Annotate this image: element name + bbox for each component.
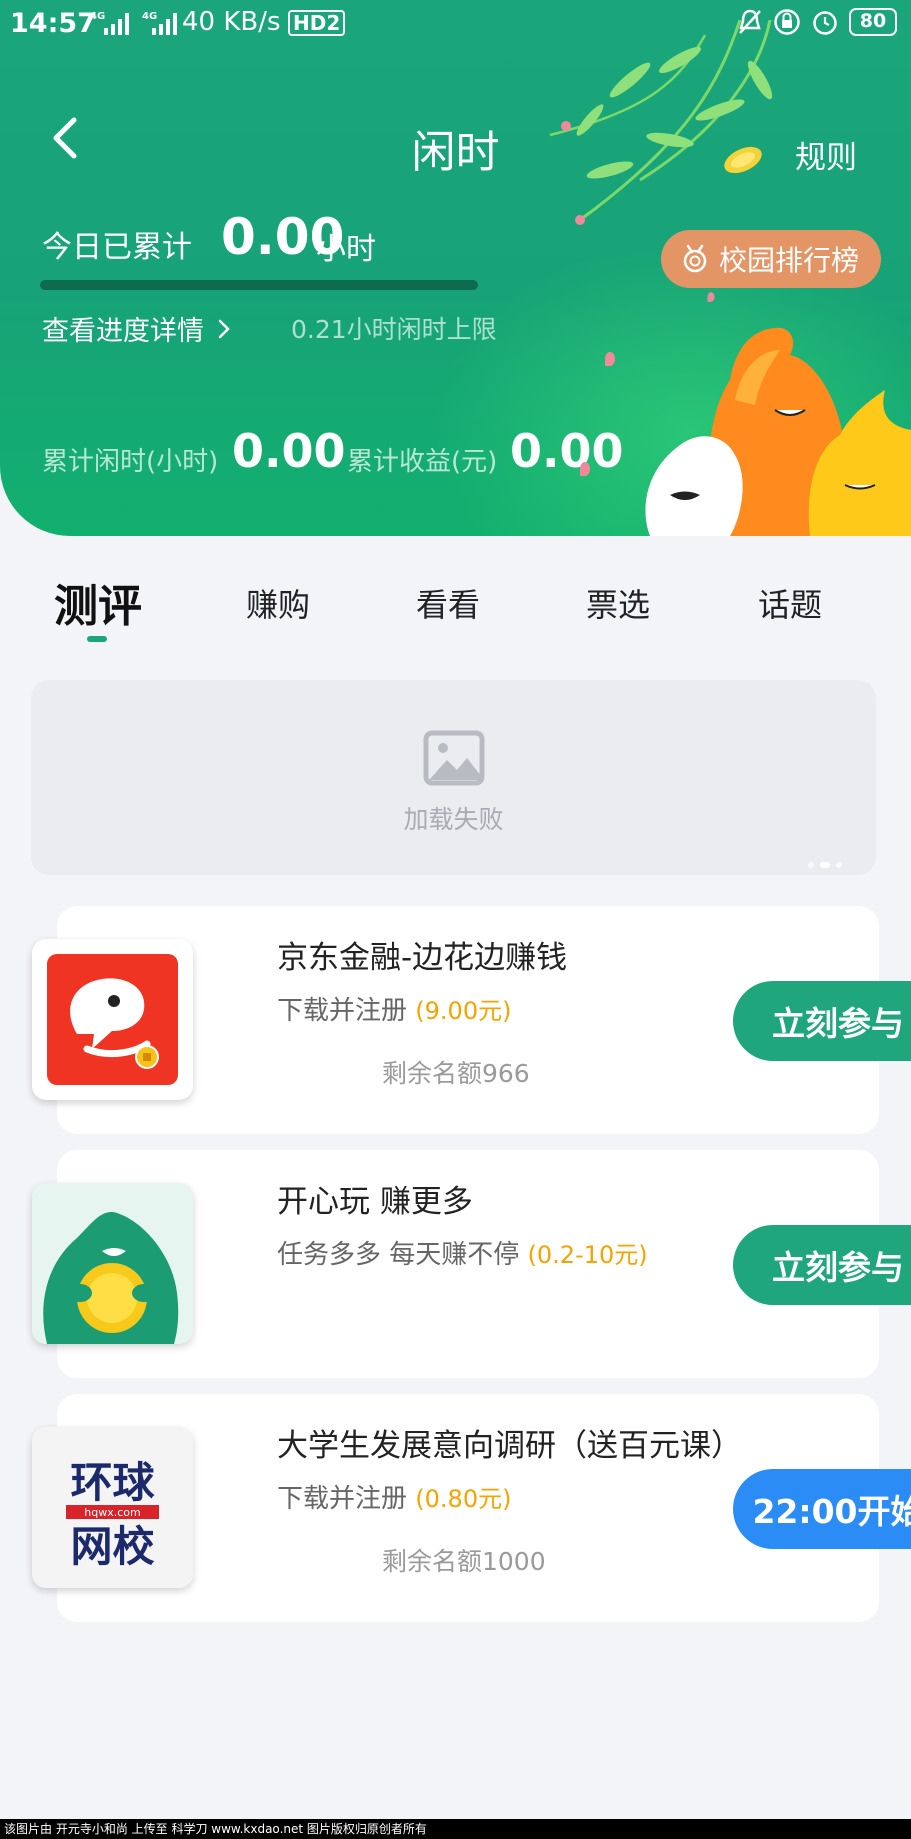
progress-bar: [40, 280, 478, 290]
banner-pagination: [808, 862, 842, 868]
petal-decoration: [707, 292, 715, 302]
task-reward: (0.80元): [415, 1485, 512, 1513]
watermark-footer: 该图片由 开元寺小和尚 上传至 科学刀 www.kxdao.net 图片版权归原…: [0, 1819, 911, 1839]
limit-text: 0.21小时闲时上限: [291, 315, 497, 344]
join-button[interactable]: 立刻参与: [733, 1225, 911, 1305]
total-idle-label: 累计闲时(小时): [42, 447, 219, 477]
header: 14:57 4G 4G 40 KB/s HD2 80 闲时 规则 今日已累计 0…: [0, 0, 911, 536]
tab-review[interactable]: 测评: [54, 570, 142, 634]
task-reward: (0.2-10元): [527, 1241, 648, 1269]
medal-icon: [683, 244, 707, 273]
rules-link[interactable]: 规则: [795, 132, 857, 177]
active-tab-indicator: [87, 636, 107, 642]
petal-decoration: [605, 352, 615, 366]
signal-label: 4G: [142, 11, 157, 22]
hd-icon: HD2: [288, 10, 346, 36]
task-subtitle: 下载并注册 (0.80元): [277, 1478, 511, 1515]
image-placeholder-icon: [423, 730, 485, 786]
total-income-label: 累计收益(元): [347, 447, 498, 477]
category-tabs: 测评 赚购 看看 票选 话题: [0, 570, 911, 650]
progress-detail-label: 查看进度详情: [42, 316, 204, 347]
campus-rank-button[interactable]: 校园排行榜: [661, 230, 881, 288]
banner-dot-active: [820, 862, 830, 868]
alarm-icon: [813, 11, 837, 35]
banner-dot: [836, 862, 842, 868]
today-label: 今日已累计: [42, 230, 192, 265]
tab-earn-shop[interactable]: 赚购: [246, 580, 310, 626]
banner[interactable]: 加载失败: [31, 680, 876, 875]
tab-vote[interactable]: 票选: [586, 580, 650, 626]
task-subtitle-text: 下载并注册: [277, 1484, 408, 1514]
task-reward: (9.00元): [415, 997, 512, 1025]
start-time-button[interactable]: 22:00开始: [733, 1469, 911, 1549]
total-income-value: 0.00: [510, 424, 624, 478]
hqwx-text-top: 环球: [70, 1458, 155, 1507]
task-subtitle-text: 下载并注册: [277, 996, 408, 1026]
task-remaining: 剩余名额966: [382, 1059, 530, 1088]
signal-icon: 4G: [142, 11, 177, 35]
task-remaining: 剩余名额1000: [382, 1547, 546, 1576]
jd-finance-icon: [32, 939, 193, 1100]
total-idle-value: 0.00: [232, 424, 346, 478]
network-speed: 40 KB/s: [182, 7, 281, 37]
join-button[interactable]: 立刻参与: [733, 981, 911, 1061]
signal-icon: 4G: [90, 11, 129, 35]
tab-topics[interactable]: 话题: [758, 580, 822, 626]
task-card[interactable]: 京东金融-边花边赚钱 下载并注册 (9.00元) 剩余名额966 立刻参与: [32, 906, 911, 1134]
task-title: 京东金融-边花边赚钱: [277, 940, 568, 976]
hqwx-icon: 环球 hqwx.com 网校: [32, 1427, 193, 1588]
tab-watch[interactable]: 看看: [416, 580, 480, 626]
signal-label: 4G: [90, 11, 105, 22]
page-title: 闲时: [411, 127, 500, 178]
hqwx-text-bottom: 网校: [70, 1522, 154, 1571]
petal-decoration: [580, 462, 590, 476]
banner-error-text: 加载失败: [403, 805, 504, 834]
campus-rank-label: 校园排行榜: [719, 244, 860, 277]
task-subtitle: 任务多多 每天赚不停 (0.2-10元): [277, 1234, 648, 1271]
progress-detail-link[interactable]: 查看进度详情: [42, 309, 232, 348]
mascot-illustration: [645, 327, 911, 536]
task-title: 开心玩 赚更多: [277, 1184, 473, 1220]
task-title: 大学生发展意向调研（送百元课）: [277, 1428, 742, 1464]
today-unit: 小时: [316, 232, 376, 267]
mascot-coin-icon: [32, 1183, 193, 1344]
chevron-right-icon: [218, 319, 230, 338]
hqwx-text-mid: hqwx.com: [84, 1506, 140, 1519]
task-subtitle: 下载并注册 (9.00元): [277, 990, 511, 1027]
task-subtitle-text: 任务多多 每天赚不停: [277, 1240, 520, 1270]
task-card[interactable]: 环球 hqwx.com 网校 大学生发展意向调研（送百元课） 下载并注册 (0.…: [32, 1394, 911, 1622]
battery-icon: 80: [849, 8, 897, 36]
banner-dot: [808, 862, 814, 868]
task-card[interactable]: 开心玩 赚更多 任务多多 每天赚不停 (0.2-10元) 立刻参与: [32, 1150, 911, 1378]
